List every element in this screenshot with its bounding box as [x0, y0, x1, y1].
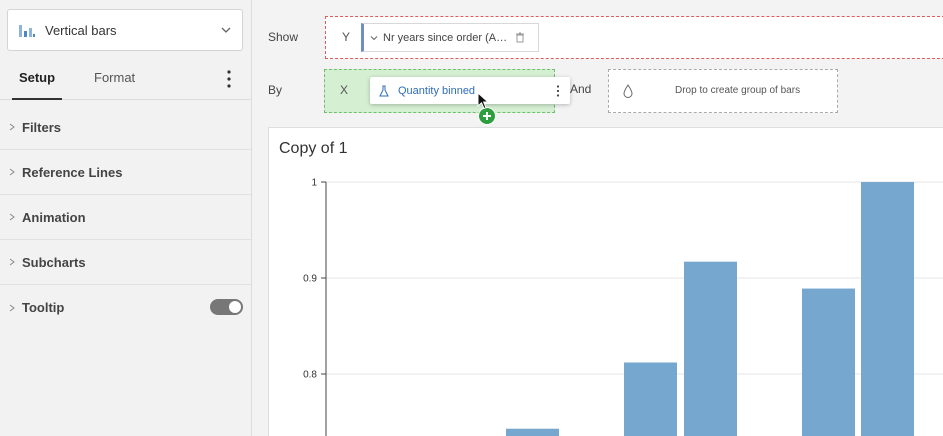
- section-animation[interactable]: Animation: [0, 195, 251, 240]
- show-label: Show: [268, 30, 299, 44]
- x-axis-letter: X: [340, 83, 349, 97]
- bar[interactable]: [506, 428, 559, 436]
- chevron-right-icon: [9, 168, 15, 176]
- tooltip-toggle[interactable]: [210, 299, 243, 315]
- chevron-right-icon: [9, 304, 15, 311]
- group-bars-drop-zone[interactable]: Drop to create group of bars: [608, 69, 838, 113]
- section-label: Filters: [22, 119, 62, 135]
- bar[interactable]: [802, 288, 855, 436]
- section-reference-lines[interactable]: Reference Lines: [0, 150, 251, 195]
- trash-icon[interactable]: [515, 32, 525, 43]
- y-axis-letter: Y: [342, 30, 351, 44]
- section-label: Subcharts: [22, 254, 86, 270]
- y-field-name: Nr years since order (A…: [383, 31, 508, 44]
- flask-icon: [379, 85, 389, 96]
- section-label: Animation: [22, 209, 86, 225]
- section-tooltip[interactable]: Tooltip: [0, 285, 251, 330]
- more-options-icon[interactable]: [555, 84, 561, 98]
- y-tick-label: 1: [311, 178, 317, 189]
- vertical-bars-icon: [19, 25, 35, 37]
- tab-format[interactable]: Format: [94, 58, 135, 100]
- drop-zone-hint: Drop to create group of bars: [675, 85, 801, 96]
- chevron-down-icon[interactable]: [370, 34, 378, 42]
- chart-card: Copy of 1 1 0.9 0.8: [268, 127, 943, 436]
- bar[interactable]: [684, 261, 737, 436]
- section-filters[interactable]: Filters: [0, 105, 251, 150]
- chevron-right-icon: [9, 123, 15, 131]
- settings-sidebar: Vertical bars Setup Format Filters Refer…: [0, 0, 252, 436]
- chart-type-dropdown[interactable]: Vertical bars: [7, 9, 243, 51]
- and-label: And: [570, 82, 592, 96]
- section-label: Tooltip: [22, 300, 65, 315]
- drop-icon: [623, 84, 633, 98]
- sidebar-tabs: Setup Format: [0, 58, 251, 100]
- toggle-knob: [229, 301, 241, 313]
- bar[interactable]: [624, 362, 677, 436]
- y-tick-label: 0.9: [303, 274, 317, 285]
- more-options-icon[interactable]: [222, 68, 236, 90]
- chevron-right-icon: [9, 258, 15, 266]
- bar-chart: 1 0.9 0.8: [303, 178, 943, 436]
- chevron-right-icon: [9, 213, 15, 221]
- chart-editor: Show Y Nr years since order (A… By X Qua…: [252, 0, 943, 436]
- y-field-pill[interactable]: Nr years since order (A…: [361, 23, 539, 52]
- by-label: By: [268, 83, 283, 97]
- tab-setup[interactable]: Setup: [12, 58, 62, 100]
- y-tick-label: 0.8: [303, 370, 317, 381]
- chart-type-label: Vertical bars: [45, 22, 117, 38]
- chevron-down-icon: [221, 27, 231, 33]
- x-field-pill-dragging[interactable]: Quantity binned: [370, 77, 570, 104]
- section-label: Reference Lines: [22, 164, 123, 180]
- y-shelf[interactable]: Y Nr years since order (A…: [325, 16, 943, 59]
- bar[interactable]: [861, 182, 914, 436]
- mouse-cursor-icon: [477, 92, 490, 110]
- section-subcharts[interactable]: Subcharts: [0, 240, 251, 285]
